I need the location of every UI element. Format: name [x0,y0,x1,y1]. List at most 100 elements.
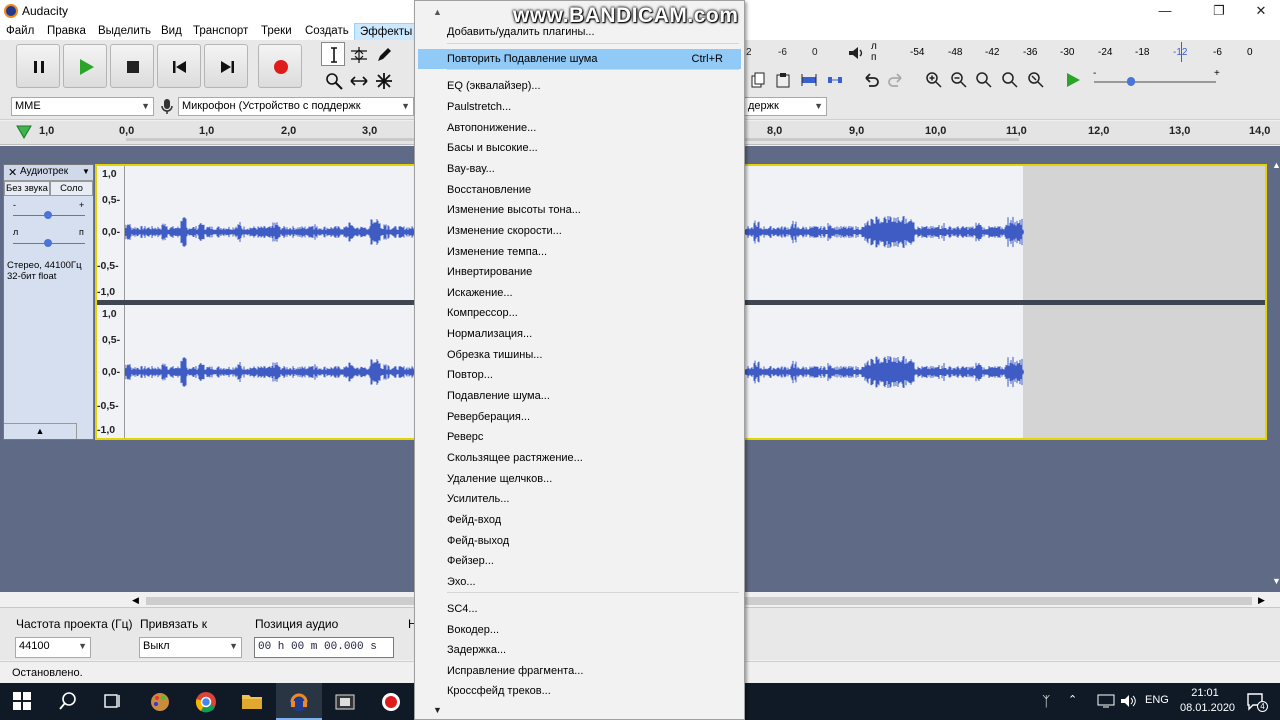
effects-menu-item[interactable]: Эхо... [418,572,741,592]
fit-project-button[interactable] [998,69,1022,91]
effects-menu-item[interactable]: Компрессор... [418,303,741,323]
trim-icon[interactable] [797,69,821,91]
effects-menu-item[interactable]: EQ (эквалайзер)... [418,76,741,96]
recording-device-select[interactable]: Микрофон (Устройство с поддержк ▼ [178,97,414,116]
speaker-icon[interactable] [843,42,867,64]
effects-menu-item[interactable]: Фейзер... [418,551,741,571]
play-button[interactable] [63,44,107,88]
zoom-in-button[interactable] [922,69,946,91]
copy-icon[interactable] [746,69,770,91]
project-rate-select[interactable]: 44100 ▼ [15,637,91,658]
menu-transport[interactable]: Транспорт [188,22,253,40]
playback-device-select[interactable]: держк ▼ [745,97,827,116]
effects-menu-item[interactable]: Paulstretch... [418,97,741,117]
effects-menu-item[interactable]: Усилитель... [418,489,741,509]
record-button[interactable] [258,44,302,88]
menu-scroll-up-icon[interactable]: ▲ [433,7,442,17]
effects-menu-item[interactable]: Инвертирование [418,262,741,282]
search-button[interactable] [46,683,92,720]
stop-button[interactable] [110,44,154,88]
selection-tool[interactable] [321,42,345,66]
audio-position-input[interactable]: 00 h 00 m 00.000 s [254,637,394,658]
play-at-speed-button[interactable] [1061,69,1085,91]
gain-slider-thumb[interactable] [44,211,52,219]
menu-edit[interactable]: Правка [42,22,91,40]
host-select[interactable]: MME ▼ [11,97,154,116]
effects-menu-item[interactable]: Кроссфейд треков... [418,681,741,701]
effects-menu-item[interactable]: SC4... [418,599,741,619]
menu-file[interactable]: Файл [1,22,39,40]
snap-to-select[interactable]: Выкл ▼ [139,637,242,658]
zoom-out-button[interactable] [947,69,971,91]
menu-generate[interactable]: Создать [300,22,354,40]
envelope-tool[interactable] [346,42,370,66]
chrome-button[interactable] [183,683,229,720]
close-track-icon[interactable]: ✕ [8,166,17,179]
scroll-down-icon[interactable]: ▼ [1272,576,1280,586]
effects-menu-item[interactable]: Нормализация... [418,324,741,344]
bandicam-button[interactable] [368,683,414,720]
track-menu-chevron-icon[interactable]: ▼ [82,167,90,176]
pan-slider-thumb[interactable] [44,239,52,247]
effects-menu-item[interactable]: Реверберация... [418,407,741,427]
effects-menu-item[interactable]: Автопонижение... [418,118,741,138]
time-shift-tool[interactable] [346,68,370,92]
start-button[interactable] [0,683,46,720]
close-button[interactable]: ✕ [1238,0,1280,22]
skip-end-button[interactable] [204,44,248,88]
minimize-button[interactable]: — [1142,0,1188,22]
paint-app-button[interactable] [137,683,183,720]
menu-effects[interactable]: Эффекты [354,23,419,41]
fit-selection-button[interactable] [972,69,996,91]
volume-icon[interactable] [1120,694,1138,711]
zoom-toggle-button[interactable] [1024,69,1048,91]
solo-button[interactable]: Соло [50,181,93,196]
timeline-options-icon[interactable] [16,124,32,143]
menu-select[interactable]: Выделить [93,22,156,40]
skip-start-button[interactable] [157,44,201,88]
zoom-tool[interactable] [321,68,345,92]
effects-menu-item[interactable]: Скользящее растяжение... [418,448,741,468]
playback-meter[interactable]: -54 -48 -42 -36 -30 -24 -18 -12 -6 0 [880,42,1260,62]
file-explorer-button[interactable] [229,683,275,720]
effects-menu-item[interactable]: Изменение высоты тона... [418,200,741,220]
effects-menu-item[interactable]: Искажение... [418,283,741,303]
effects-menu-item[interactable]: Изменение темпа... [418,242,741,262]
silence-icon[interactable] [823,69,847,91]
track-name-button[interactable]: Аудиотрек [20,166,68,177]
task-view-button[interactable] [90,683,136,720]
effects-menu-item[interactable]: Задержка... [418,640,741,660]
clock[interactable]: 21:01 08.01.2020 [1180,686,1235,716]
menu-scroll-down-icon[interactable]: ▼ [433,705,442,715]
scroll-left-icon[interactable]: ◀ [132,595,139,606]
effects-menu-item[interactable]: Обрезка тишины... [418,345,741,365]
maximize-button[interactable]: ❐ [1196,0,1242,22]
play-speed-slider[interactable]: - + [1090,68,1225,90]
language-indicator[interactable]: ENG [1145,694,1169,706]
mute-button[interactable]: Без звука [4,181,50,196]
effects-menu-item[interactable]: Повтор... [418,365,741,385]
pause-button[interactable] [16,44,60,88]
media-app-button[interactable] [322,683,368,720]
effects-menu-item[interactable]: Фейд-вход [418,510,741,530]
effects-menu-item[interactable]: Подавление шума... [418,386,741,406]
effects-menu-item[interactable]: Вокодер... [418,620,741,640]
audacity-taskbar-button[interactable] [276,683,322,720]
people-icon[interactable]: ᛉ [1042,693,1050,709]
slider-thumb[interactable] [1127,77,1135,86]
redo-button[interactable] [884,69,908,91]
network-icon[interactable] [1097,694,1115,711]
scroll-up-icon[interactable]: ▲ [1272,160,1280,170]
effects-menu-item[interactable]: Удаление щелчков... [418,469,741,489]
effects-menu-item[interactable]: Вау-вау... [418,159,741,179]
action-center-icon[interactable]: 4 [1246,692,1268,715]
multi-tool[interactable] [371,68,395,92]
effects-menu-item[interactable]: Повторить Подавление шума Ctrl+R [418,49,741,69]
effects-menu-item[interactable]: Реверс [418,427,741,447]
effects-menu-item[interactable]: Восстановление [418,180,741,200]
effects-menu-item[interactable]: Изменение скорости... [418,221,741,241]
scroll-right-icon[interactable]: ▶ [1258,595,1265,606]
undo-button[interactable] [859,69,883,91]
menu-tracks[interactable]: Треки [256,22,297,40]
show-hidden-icons-chevron[interactable]: ⌃ [1068,693,1077,706]
